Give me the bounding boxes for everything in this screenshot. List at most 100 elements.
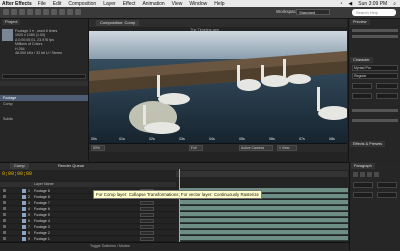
tab-effects-presets[interactable]: Effects & Presets — [350, 141, 386, 147]
preview-options[interactable] — [352, 35, 398, 38]
layer-bar[interactable] — [180, 200, 348, 205]
visibility-icon[interactable] — [3, 189, 6, 192]
blend-mode-select[interactable] — [140, 231, 154, 235]
zoom-tool-icon[interactable] — [19, 9, 25, 15]
current-timecode[interactable]: 0;00;00;00 — [2, 171, 32, 177]
visibility-icon[interactable] — [3, 225, 6, 228]
composition-viewer[interactable] — [89, 31, 347, 143]
volume-icon[interactable]: ◀ — [348, 1, 352, 7]
label-color[interactable] — [22, 225, 26, 229]
label-color[interactable] — [22, 207, 26, 211]
label-color[interactable] — [22, 189, 26, 193]
layer-bar[interactable] — [180, 224, 348, 229]
menu-file[interactable]: File — [38, 1, 46, 7]
layer-bar[interactable] — [180, 230, 348, 235]
tab-preview[interactable]: Preview — [350, 19, 370, 25]
font-size-field[interactable] — [352, 83, 372, 89]
ruler-tick: 08s — [329, 137, 335, 141]
project-search-input[interactable] — [2, 74, 86, 79]
menu-help[interactable]: Help — [214, 1, 224, 7]
shape-tool-icon[interactable] — [51, 9, 57, 15]
spotlight-icon[interactable]: ⌕ — [393, 1, 396, 7]
workspace-select[interactable]: Standard — [296, 9, 330, 15]
layer-bar[interactable] — [180, 206, 348, 211]
blend-mode-select[interactable] — [140, 201, 154, 205]
preview-controls[interactable] — [352, 29, 398, 32]
ruler-tick: 06s — [269, 137, 275, 141]
visibility-icon[interactable] — [3, 195, 6, 198]
indent-left-field[interactable] — [353, 182, 373, 188]
menu-edit[interactable]: Edit — [53, 1, 62, 7]
font-family-select[interactable]: Myriad Pro — [352, 65, 398, 71]
menu-animation[interactable]: Animation — [142, 1, 164, 7]
blend-mode-select[interactable] — [140, 225, 154, 229]
timeline-ruler[interactable] — [176, 171, 348, 177]
tab-render-queue[interactable]: Render Queue — [54, 163, 88, 169]
tab-composition[interactable]: Composition: Comp — [96, 20, 140, 26]
rotate-tool-icon[interactable] — [27, 9, 33, 15]
project-item[interactable]: Comp — [0, 101, 88, 107]
label-color[interactable] — [22, 237, 26, 241]
label-color[interactable] — [22, 201, 26, 205]
layer-bar[interactable] — [180, 212, 348, 217]
tab-paragraph[interactable]: Paragraph — [351, 163, 375, 169]
menu-layer[interactable]: Layer — [103, 1, 116, 7]
view-layout-select[interactable]: 1 View — [277, 145, 297, 151]
camera-select[interactable]: Active Camera — [239, 145, 273, 151]
char-scale-controls[interactable] — [352, 109, 398, 112]
align-left-icon[interactable] — [353, 172, 358, 177]
visibility-icon[interactable] — [3, 213, 6, 216]
visibility-icon[interactable] — [3, 207, 6, 210]
menu-effect[interactable]: Effect — [123, 1, 136, 7]
align-right-icon[interactable] — [367, 172, 372, 177]
tab-character[interactable]: Character — [350, 57, 373, 63]
menu-view[interactable]: View — [172, 1, 183, 7]
magnification-select[interactable]: 50% — [91, 145, 105, 151]
resolution-select[interactable]: Full — [189, 145, 203, 151]
tools-panel — [0, 7, 400, 19]
layer-bar[interactable] — [180, 218, 348, 223]
layer-name-header[interactable]: Layer Name — [34, 182, 54, 186]
tab-timeline-comp[interactable]: Comp — [10, 163, 29, 169]
toggle-switches-modes[interactable]: Toggle Switches / Modes — [90, 244, 130, 248]
space-after-field[interactable] — [377, 192, 397, 198]
layer-bar[interactable] — [180, 236, 348, 241]
clock[interactable]: Sun 3:09 PM — [358, 1, 387, 7]
tracking-field[interactable] — [376, 93, 398, 99]
brush-tool-icon[interactable] — [75, 9, 81, 15]
type-tool-icon[interactable] — [67, 9, 73, 15]
visibility-icon[interactable] — [3, 219, 6, 222]
justify-icon[interactable] — [374, 172, 379, 177]
current-time-indicator[interactable] — [179, 169, 180, 248]
hand-tool-icon[interactable] — [11, 9, 17, 15]
blend-mode-select[interactable] — [140, 219, 154, 223]
label-color[interactable] — [22, 231, 26, 235]
wifi-icon[interactable]: ◔ — [339, 1, 342, 7]
selection-tool-icon[interactable] — [3, 9, 9, 15]
kerning-field[interactable] — [352, 93, 372, 99]
label-color[interactable] — [22, 195, 26, 199]
blend-mode-select[interactable] — [140, 207, 154, 211]
blend-mode-select[interactable] — [140, 237, 154, 241]
char-style-buttons[interactable] — [352, 119, 398, 122]
pan-behind-tool-icon[interactable] — [43, 9, 49, 15]
indent-right-field[interactable] — [377, 182, 397, 188]
camera-tool-icon[interactable] — [35, 9, 41, 15]
visibility-icon[interactable] — [3, 231, 6, 234]
font-style-select[interactable]: Regular — [352, 73, 398, 79]
pen-tool-icon[interactable] — [59, 9, 65, 15]
label-color[interactable] — [22, 219, 26, 223]
visibility-icon[interactable] — [3, 201, 6, 204]
space-before-field[interactable] — [353, 192, 373, 198]
project-item[interactable]: Solids — [0, 116, 88, 122]
align-center-icon[interactable] — [360, 172, 365, 177]
tab-project[interactable]: Project — [2, 19, 21, 25]
label-color[interactable] — [22, 213, 26, 217]
search-help-input[interactable]: Search Help — [352, 9, 396, 16]
blend-mode-select[interactable] — [140, 213, 154, 217]
menu-composition[interactable]: Composition — [68, 1, 96, 7]
visibility-icon[interactable] — [3, 237, 6, 240]
app-menu[interactable]: After Effects — [2, 1, 32, 7]
menu-window[interactable]: Window — [189, 1, 207, 7]
leading-field[interactable] — [376, 83, 398, 89]
